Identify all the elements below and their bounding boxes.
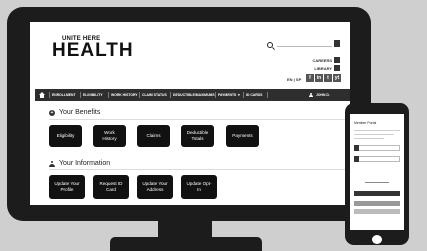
phone-register-button[interactable] <box>354 201 400 206</box>
phone-login-button[interactable] <box>354 191 400 196</box>
benefits-heading: Your Benefits <box>59 109 101 116</box>
phone-text-line <box>354 130 400 131</box>
home-icon[interactable] <box>39 92 45 98</box>
nav-enrollment[interactable]: ENROLLMENT <box>52 89 76 101</box>
monitor-screen: UNITE HERE HEALTH CAREERS LIBRARY EN | S… <box>30 22 350 205</box>
nav-claim-status[interactable]: CLAIM STATUS <box>142 89 167 101</box>
careers-link[interactable]: CAREERS <box>312 58 332 63</box>
nav-divider <box>215 92 216 98</box>
library-arrow-icon <box>334 65 340 71</box>
user-field-icon <box>354 145 359 151</box>
user-icon <box>309 93 313 97</box>
nav-divider <box>108 92 109 98</box>
logo-line-2: HEALTH <box>52 40 134 61</box>
nav-eligibility[interactable]: ELIGIBILITY <box>83 89 103 101</box>
section-divider <box>49 169 345 170</box>
phone-help-button[interactable] <box>354 209 400 214</box>
youtube-icon[interactable]: yt <box>333 74 341 82</box>
tile-update-profile[interactable]: Update Your Profile <box>49 175 85 199</box>
phone-forgot-link[interactable] <box>365 182 389 183</box>
phone-home-button[interactable] <box>372 235 382 244</box>
twitter-icon[interactable]: t <box>324 74 332 82</box>
nav-user-account[interactable]: JOHN D. <box>316 89 330 101</box>
main-nav: ENROLLMENT ELIGIBILITY WORK HISTORY CLAI… <box>35 89 350 101</box>
nav-divider <box>49 92 50 98</box>
tile-update-address[interactable]: Update Your Address <box>137 175 173 199</box>
nav-divider <box>80 92 81 98</box>
phone-title: Member Portal <box>354 121 377 125</box>
language-switch[interactable]: EN | SP <box>287 77 301 82</box>
tile-work-history[interactable]: Work History <box>93 125 126 147</box>
careers-arrow-icon <box>334 57 340 63</box>
nav-work-history[interactable]: WORK HISTORY <box>111 89 138 101</box>
nav-deductible-maximums[interactable]: DEDUCTIBLE/MAXIMUMS <box>173 89 215 101</box>
search-icon[interactable] <box>267 42 273 48</box>
library-link[interactable]: LIBRARY <box>314 66 332 71</box>
phone-screen: Member Portal <box>350 114 404 230</box>
phone-username-field[interactable] <box>354 145 400 151</box>
tile-payments[interactable]: Payments <box>226 125 259 147</box>
tile-claims[interactable]: Claims <box>137 125 170 147</box>
person-icon <box>49 161 55 167</box>
facebook-icon[interactable]: f <box>306 74 314 82</box>
tile-update-opt-in[interactable]: Update Opt- In <box>181 175 217 199</box>
nav-payments[interactable]: PAYMENTS <box>218 89 236 101</box>
nav-divider <box>170 92 171 98</box>
lock-icon <box>354 156 359 162</box>
nav-divider <box>243 92 244 98</box>
nav-divider <box>267 92 268 98</box>
desktop-monitor: UNITE HERE HEALTH CAREERS LIBRARY EN | S… <box>7 7 371 221</box>
information-heading: Your Information <box>59 160 111 167</box>
nav-id-cards[interactable]: ID CARDS <box>246 89 262 101</box>
phone-text-line <box>354 138 384 139</box>
phone-text-line <box>354 134 394 135</box>
tile-deductible-totals[interactable]: Deductible Totals <box>181 125 214 147</box>
tile-request-id-card[interactable]: Request ID Card <box>93 175 129 199</box>
search-submit-button[interactable] <box>334 40 340 47</box>
phone-password-field[interactable] <box>354 156 400 162</box>
mobile-phone: Member Portal <box>345 103 409 245</box>
plus-circle-icon: + <box>49 110 55 116</box>
monitor-base <box>110 237 262 251</box>
nav-divider <box>139 92 140 98</box>
tile-eligibility[interactable]: Eligibility <box>49 125 82 147</box>
linkedin-icon[interactable]: in <box>315 74 323 82</box>
section-divider <box>49 119 345 120</box>
search-input[interactable] <box>277 46 332 47</box>
chevron-down-icon: ▾ <box>238 93 240 97</box>
